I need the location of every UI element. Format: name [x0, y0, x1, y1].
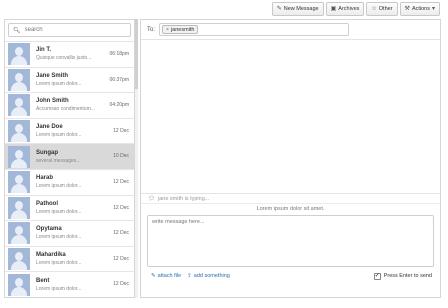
avatar: [8, 248, 30, 271]
avatar-body-shape: [11, 286, 27, 296]
avatar-head-shape: [15, 47, 23, 57]
contact-time: 12 Dec: [113, 204, 129, 211]
typing-status: jane smith is typing...: [157, 195, 210, 202]
contact-time: 10 Dec: [113, 153, 129, 160]
to-label: To:: [147, 26, 156, 33]
wrench-icon: ⚒: [404, 6, 410, 12]
recipient-field[interactable]: × janesmith: [159, 23, 350, 36]
contact-time: 06:18pm: [109, 51, 129, 57]
avatar-head-shape: [15, 124, 23, 134]
recipient-chip[interactable]: × janesmith: [162, 25, 199, 34]
search-bar: 🔍︎: [5, 20, 134, 42]
avatar-head-shape: [15, 72, 23, 82]
actions-label: Actions: [411, 6, 430, 12]
new-message-button[interactable]: ✎ New Message: [271, 2, 324, 16]
contact-time: 12 Dec: [113, 127, 129, 134]
paperclip-icon: ✎: [151, 273, 156, 279]
other-label: Other: [378, 6, 393, 12]
caret-down-icon: ▾: [431, 6, 435, 12]
avatar-body-shape: [11, 158, 27, 168]
avatar-body-shape: [11, 261, 27, 271]
new-message-label: New Message: [283, 6, 319, 12]
recipient-name: janesmith: [170, 26, 195, 33]
compose-notice: Lorem ipsum dolor sit amet.: [256, 206, 325, 212]
contact-time: 12 Dec: [113, 178, 129, 185]
conversation-list-panel: 🔍︎ Jin T.Quisque convallis justo...06:18…: [4, 19, 135, 298]
messaging-app: ✎ New Message ▣ Archives ☆ Other ⚒ Actio…: [0, 0, 448, 308]
scrollbar-thumb[interactable]: [135, 19, 138, 89]
typing-indicator: 💬︎ jane smith is typing...: [141, 194, 440, 204]
contact-item[interactable]: Jane Smith Lorem ipsum dolor... 06:37pm: [5, 68, 134, 94]
add-something-label: add something: [193, 273, 230, 279]
contact-time: 06:37pm: [109, 76, 129, 83]
upload-icon: ⇪: [187, 273, 192, 279]
avatar: [8, 222, 30, 245]
avatar-head-shape: [15, 175, 23, 185]
contact-item[interactable]: Harab Lorem ipsum dolor... 12 Dec: [5, 170, 134, 196]
top-toolbar: ✎ New Message ▣ Archives ☆ Other ⚒ Actio…: [271, 2, 440, 16]
add-something-link[interactable]: ⇪ add something: [187, 273, 230, 279]
avatar-body-shape: [11, 107, 27, 117]
recipient-row: To: × janesmith: [141, 20, 440, 40]
avatar-body-shape: [11, 209, 27, 219]
contact-item[interactable]: John Smith Accumsan condimentum... 04:20pm: [5, 93, 134, 119]
avatar-head-shape: [15, 277, 23, 287]
contact-item[interactable]: Jane Doe Lorem ipsum dolor... 12 Dec: [5, 119, 134, 145]
contact-item[interactable]: Bent Lorem ipsum dolor... 12 Dec: [5, 272, 134, 297]
contact-time: 12 Dec: [113, 281, 129, 288]
archives-label: Archives: [338, 6, 360, 12]
contact-item[interactable]: Opytama Lorem ipsum dolor... 12 Dec: [5, 221, 134, 247]
avatar: [8, 145, 30, 168]
contact-time: 04:20pm: [109, 102, 129, 109]
avatar-head-shape: [15, 149, 23, 159]
actions-dropdown[interactable]: ⚒ Actions ▾: [399, 2, 440, 16]
archives-button[interactable]: ▣ Archives: [325, 2, 365, 16]
attach-file-link[interactable]: ✎ attach file: [151, 273, 181, 279]
avatar-body-shape: [11, 81, 27, 91]
search-box[interactable]: 🔍︎: [8, 23, 131, 37]
compose-links: ✎ attach file ⇪ add something: [151, 273, 230, 279]
avatar-body-shape: [11, 133, 27, 143]
enter-to-send-toggle[interactable]: ✓ Press Enter to send: [373, 272, 432, 280]
avatar-head-shape: [15, 252, 23, 262]
compose-box: [147, 215, 434, 267]
contact-time: 12 Dec: [113, 255, 129, 262]
avatar: [8, 120, 30, 143]
avatar-head-shape: [15, 200, 23, 210]
avatar-body-shape: [11, 184, 27, 194]
avatar: [8, 196, 30, 219]
enter-to-send-label: Press Enter to send: [383, 273, 432, 279]
remove-recipient-icon[interactable]: ×: [166, 27, 169, 33]
contact-list: Jin T. Quisque convallis justo... 06:18pm J…: [5, 42, 134, 297]
avatar-body-shape: [11, 235, 27, 245]
avatar-body-shape: [11, 56, 27, 66]
contact-item[interactable]: Jin T. Quisque convallis justo... 06:18pm: [5, 42, 134, 68]
contact-item[interactable]: Mahardika Lorem ipsum dolor... 12 Dec: [5, 247, 134, 273]
avatar: [8, 273, 30, 296]
avatar-head-shape: [15, 98, 23, 108]
contact-item[interactable]: Sungap several messages... 10 Dec: [5, 144, 134, 170]
search-input[interactable]: [24, 25, 125, 35]
enter-to-send-checkbox[interactable]: ✓: [373, 272, 381, 280]
contact-list-scrollbar[interactable]: [135, 19, 138, 298]
archive-icon: ▣: [330, 6, 337, 12]
chat-bubble-icon: 💬︎: [148, 195, 155, 202]
message-input[interactable]: [148, 216, 433, 266]
star-icon: ☆: [371, 6, 377, 12]
avatar: [8, 171, 30, 194]
contact-item[interactable]: Pathool Lorem ipsum dolor... 12 Dec: [5, 196, 134, 222]
attach-file-label: attach file: [157, 273, 182, 279]
search-icon: 🔍︎: [13, 27, 21, 34]
avatar: [8, 94, 30, 117]
conversation-panel: To: × janesmith 💬︎ jane smith is typing.…: [140, 19, 441, 298]
pencil-icon: ✎: [276, 6, 282, 12]
avatar-head-shape: [15, 226, 23, 236]
message-area: [141, 40, 440, 194]
avatar: [8, 68, 30, 91]
contact-time: 12 Dec: [113, 230, 129, 237]
compose-footer: ✎ attach file ⇪ add something ✓ Press En…: [141, 270, 440, 282]
avatar: [8, 43, 30, 66]
other-button[interactable]: ☆ Other: [366, 2, 398, 16]
